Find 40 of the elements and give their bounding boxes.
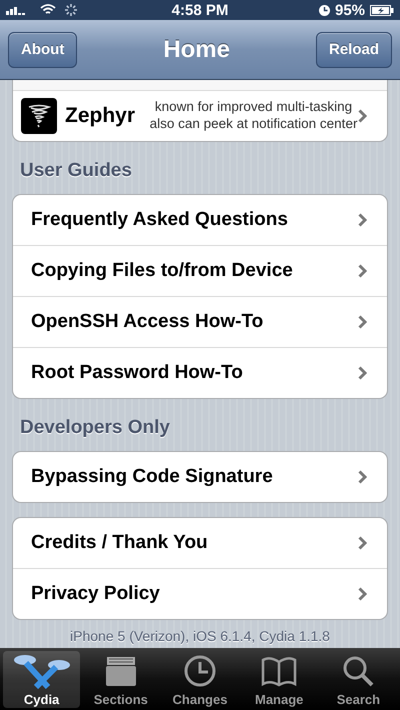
package-description: known for improved multi-tasking also can peek at notification center — [149, 99, 358, 133]
battery-percent: 95% — [334, 2, 366, 18]
spinner-icon — [64, 3, 78, 17]
reload-button[interactable]: Reload — [316, 32, 392, 68]
search-icon — [341, 654, 376, 688]
menu-row[interactable]: Root Password How-To — [13, 347, 387, 398]
chevron-icon — [358, 264, 367, 278]
menu-row[interactable]: Copying Files to/from Device — [13, 245, 387, 296]
about-button[interactable]: About — [8, 32, 78, 68]
section-header: User Guides — [19, 159, 133, 183]
book-icon — [260, 654, 298, 688]
device-info: iPhone 5 (Verizon), iOS 6.1.4, Cydia 1.1.8 — [69, 628, 331, 644]
chevron-icon — [358, 536, 367, 550]
wifi-icon — [40, 4, 56, 16]
cydia-logo-icon — [12, 653, 72, 689]
menu-row[interactable]: Privacy Policy — [13, 568, 387, 619]
tornado-icon — [21, 98, 57, 134]
chevron-icon — [358, 315, 367, 329]
clock-icon — [318, 4, 330, 16]
menu-row[interactable]: OpenSSH Access How-To — [13, 296, 387, 347]
tab-item[interactable]: Search — [320, 651, 398, 708]
section-header: Developers Only — [19, 416, 171, 440]
chevron-icon — [358, 366, 367, 380]
nav-title: Home — [163, 36, 230, 64]
clock-icon — [183, 654, 217, 688]
menu-row[interactable]: Frequently Asked Questions — [13, 195, 387, 245]
package-name: Zephyr — [65, 104, 136, 128]
chevron-icon — [358, 213, 367, 227]
tab-item[interactable]: Changes — [161, 651, 239, 708]
menu-row[interactable]: Credits / Thank You — [13, 518, 387, 568]
status-time: 4:58 PM — [172, 2, 228, 18]
box-icon — [104, 654, 138, 688]
chevron-icon — [358, 470, 367, 484]
battery-icon — [370, 4, 394, 16]
menu-row[interactable]: Bypassing Code Signature — [13, 452, 387, 502]
chevron-icon — [358, 109, 367, 123]
tab-item[interactable]: Sections — [82, 651, 160, 708]
tab-item[interactable]: Manage — [240, 651, 318, 708]
chevron-icon — [358, 587, 367, 601]
tab-item[interactable]: Cydia — [3, 651, 80, 708]
